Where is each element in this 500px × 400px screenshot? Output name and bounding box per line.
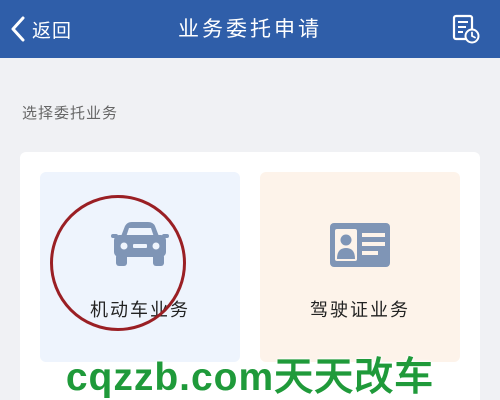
history-button[interactable] (450, 13, 482, 45)
back-label: 返回 (32, 19, 73, 42)
id-card-icon (330, 223, 390, 267)
vehicle-service-card[interactable]: 机动车业务 (40, 172, 240, 362)
chevron-left-icon (11, 16, 25, 42)
vehicle-service-label: 机动车业务 (90, 300, 190, 321)
page-title: 业务委托申请 (178, 17, 322, 41)
car-icon (111, 222, 169, 266)
header-bar: 返回 业务委托申请 (0, 0, 500, 58)
license-service-label: 驾驶证业务 (310, 300, 410, 321)
back-button[interactable]: 返回 (10, 12, 72, 46)
document-clock-icon (452, 14, 480, 44)
license-service-card[interactable]: 驾驶证业务 (260, 172, 460, 362)
section-label: 选择委托业务 (22, 104, 119, 122)
service-panel: 机动车业务 驾驶证业务 (20, 152, 480, 400)
